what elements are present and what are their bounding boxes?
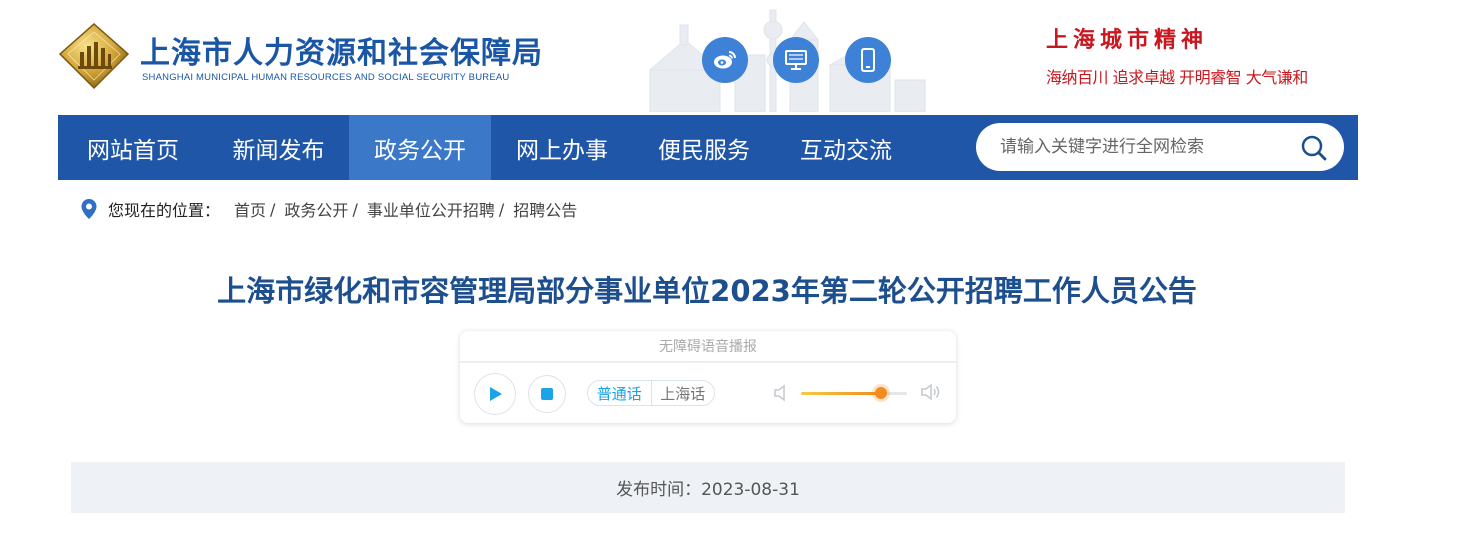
breadcrumb-recruitment[interactable]: 事业单位公开招聘 (367, 197, 495, 221)
site-logo[interactable]: 上海市人力资源和社会保障局 SHANGHAI MUNICIPAL HUMAN R… (58, 22, 558, 92)
player-header: 无障碍语音播报 (460, 331, 956, 363)
volume-high-icon[interactable] (920, 381, 942, 403)
search-box (976, 123, 1344, 171)
nav-item-online-service[interactable]: 网上办事 (491, 115, 633, 180)
dialect-toggle: 普通话 上海话 (587, 380, 715, 406)
play-icon (490, 387, 502, 401)
nav-item-public-service[interactable]: 便民服务 (633, 115, 775, 180)
breadcrumb-separator: / (352, 199, 358, 219)
breadcrumb-announcement[interactable]: 招聘公告 (513, 197, 577, 221)
volume-knob[interactable] (874, 387, 887, 399)
bureau-emblem-icon (58, 22, 130, 90)
publish-info-bar: 发布时间：2023-08-31 (71, 462, 1345, 513)
nav-item-interaction[interactable]: 互动交流 (775, 115, 917, 180)
volume-slider[interactable] (801, 387, 907, 399)
desktop-icon (785, 50, 807, 70)
nav-item-gov-affairs[interactable]: 政务公开 (349, 115, 491, 180)
shanghainese-option[interactable]: 上海话 (652, 381, 715, 405)
org-name-en: SHANGHAI MUNICIPAL HUMAN RESOURCES AND S… (142, 72, 510, 83)
breadcrumb: 您现在的位置： 首页 / 政务公开 / 事业单位公开招聘 / 招聘公告 (80, 197, 577, 221)
mobile-icon (861, 48, 875, 72)
search-icon[interactable] (1300, 134, 1328, 162)
breadcrumb-gov-affairs[interactable]: 政务公开 (284, 197, 348, 221)
nav-item-news[interactable]: 新闻发布 (208, 115, 349, 180)
nav-item-home[interactable]: 网站首页 (58, 115, 208, 180)
breadcrumb-separator: / (270, 199, 276, 219)
location-pin-icon (81, 199, 97, 219)
weibo-icon (714, 51, 736, 69)
org-name-cn: 上海市人力资源和社会保障局 (140, 36, 543, 71)
stop-icon (541, 388, 553, 400)
spirit-title: 上海城市精神 (1046, 27, 1209, 53)
mandarin-option[interactable]: 普通话 (588, 381, 652, 405)
weibo-button[interactable] (702, 37, 748, 83)
desktop-button[interactable] (773, 37, 819, 83)
main-nav: 网站首页 新闻发布 政务公开 网上办事 便民服务 互动交流 (58, 115, 1358, 180)
volume-low-icon[interactable] (772, 383, 790, 403)
mobile-button[interactable] (845, 37, 891, 83)
publish-date: 发布时间：2023-08-31 (616, 480, 800, 500)
accessibility-audio-player: 无障碍语音播报 普通话 上海话 (460, 331, 956, 423)
search-input[interactable] (1000, 133, 1290, 161)
breadcrumb-label: 您现在的位置： (108, 201, 221, 220)
city-spirit: 上海城市精神 海纳百川 追求卓越 开明睿智 大气谦和 (1046, 22, 1366, 88)
volume-fill (801, 392, 881, 395)
site-header: 上海市人力资源和社会保障局 SHANGHAI MUNICIPAL HUMAN R… (0, 0, 1468, 115)
article-title: 上海市绿化和市容管理局部分事业单位2023年第二轮公开招聘工作人员公告 (217, 274, 1197, 308)
stop-button[interactable] (528, 375, 566, 413)
breadcrumb-home[interactable]: 首页 (234, 197, 266, 221)
play-button[interactable] (474, 373, 516, 415)
spirit-motto: 海纳百川 追求卓越 开明睿智 大气谦和 (1046, 68, 1308, 87)
breadcrumb-separator: / (498, 199, 505, 219)
